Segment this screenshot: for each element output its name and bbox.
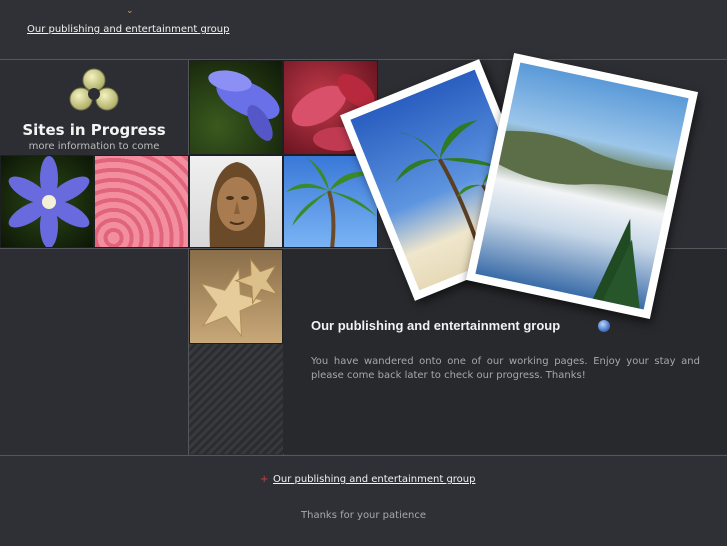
intro-paragraph: You have wandered onto one of our workin…: [311, 356, 700, 381]
bullet-icon: +: [260, 474, 269, 485]
footer: [0, 455, 727, 546]
chevron-down-icon[interactable]: ⌄: [126, 6, 134, 16]
photo-tile-starfish: [189, 249, 283, 344]
logo-subtitle: more information to come: [28, 141, 160, 152]
photo-tile-bronze-statue: [189, 155, 283, 248]
photo-tile-bluebell: [189, 60, 283, 155]
header-link[interactable]: Our publishing and entertainment group: [27, 24, 230, 35]
footer-thanks: Thanks for your patience: [301, 510, 426, 521]
photo-tile-purple-star-flower: [0, 155, 94, 248]
photo-tile-pink-gerbera: [94, 155, 189, 248]
footer-link[interactable]: Our publishing and entertainment group: [273, 474, 476, 485]
logo-trefoil-icon[interactable]: [66, 66, 122, 118]
page-heading: Our publishing and entertainment group: [311, 318, 561, 333]
hatched-panel: [189, 344, 283, 454]
logo-title: Sites in Progress: [22, 121, 166, 139]
info-icon[interactable]: [598, 320, 610, 332]
